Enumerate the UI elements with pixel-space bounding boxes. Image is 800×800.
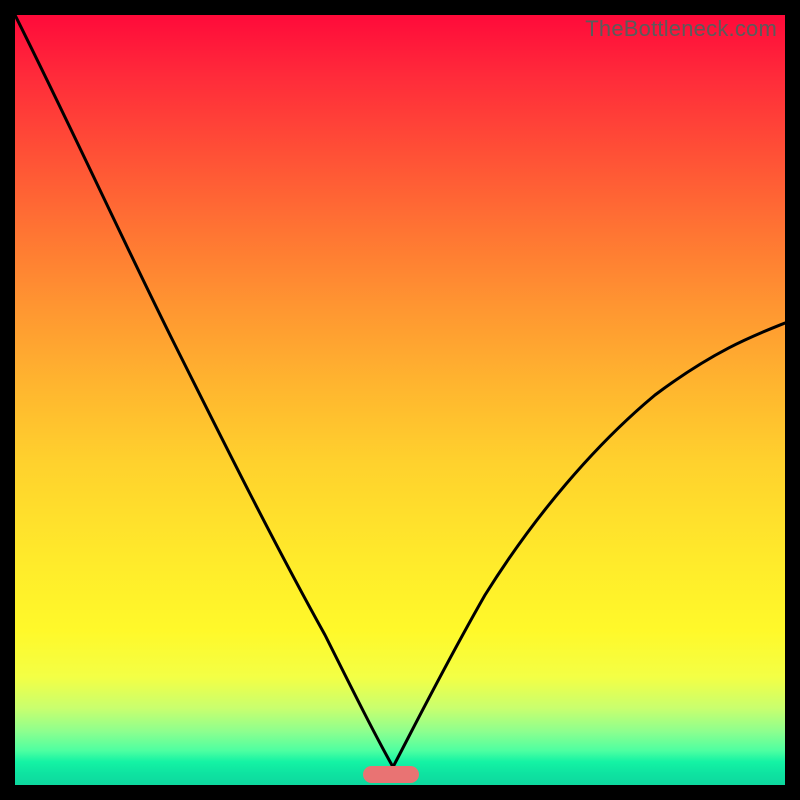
curve-right-branch — [393, 323, 785, 767]
chart-frame: TheBottleneck.com — [0, 0, 800, 800]
plot-area: TheBottleneck.com — [15, 15, 785, 785]
optimal-range-marker — [363, 766, 419, 783]
curve-left-branch — [15, 15, 393, 767]
bottleneck-curve — [15, 15, 785, 785]
